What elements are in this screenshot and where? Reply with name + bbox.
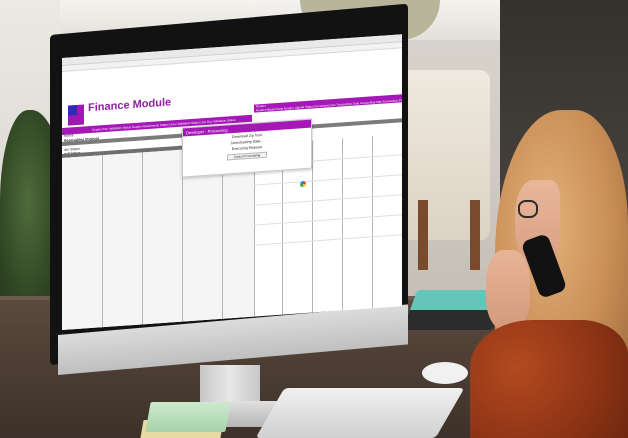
grid-column-line (342, 138, 343, 319)
loading-spinner-icon (300, 180, 306, 188)
app-title: Finance Module (88, 96, 172, 115)
chair-leg (470, 200, 480, 270)
grid-column-line (312, 140, 313, 321)
grid-row-line (254, 214, 402, 226)
woman-sweater (470, 320, 628, 438)
grid-column-line (142, 152, 143, 330)
sticky-notes (145, 402, 231, 432)
monitor-screen: Finance Module Header Header Attachments… (62, 34, 402, 330)
photo-scene: Finance Module Header Header Attachments… (0, 0, 628, 438)
finance-logo-icon (68, 104, 84, 126)
woman-hand (486, 250, 530, 330)
mouse (422, 362, 468, 384)
grid-column-line (102, 155, 103, 330)
header-bar-right-sublabel: Header Attachments Header Upload Status … (256, 97, 402, 113)
grid-column-line (372, 136, 373, 317)
logo-square (68, 104, 77, 116)
grid-row-line (254, 194, 402, 206)
processing-dialog: Developer - Processing Download Zip from… (182, 118, 312, 178)
header-bar-right: Header Header Attachments Header Upload … (254, 94, 402, 113)
keyboard (255, 388, 465, 438)
glasses-icon (518, 200, 538, 218)
cancel-processing-button[interactable]: Cancel Processing (227, 151, 267, 161)
grid-row-line (254, 174, 402, 186)
chair-leg (418, 200, 428, 270)
monitor-stand (200, 365, 260, 405)
grid-row-line (254, 234, 402, 246)
